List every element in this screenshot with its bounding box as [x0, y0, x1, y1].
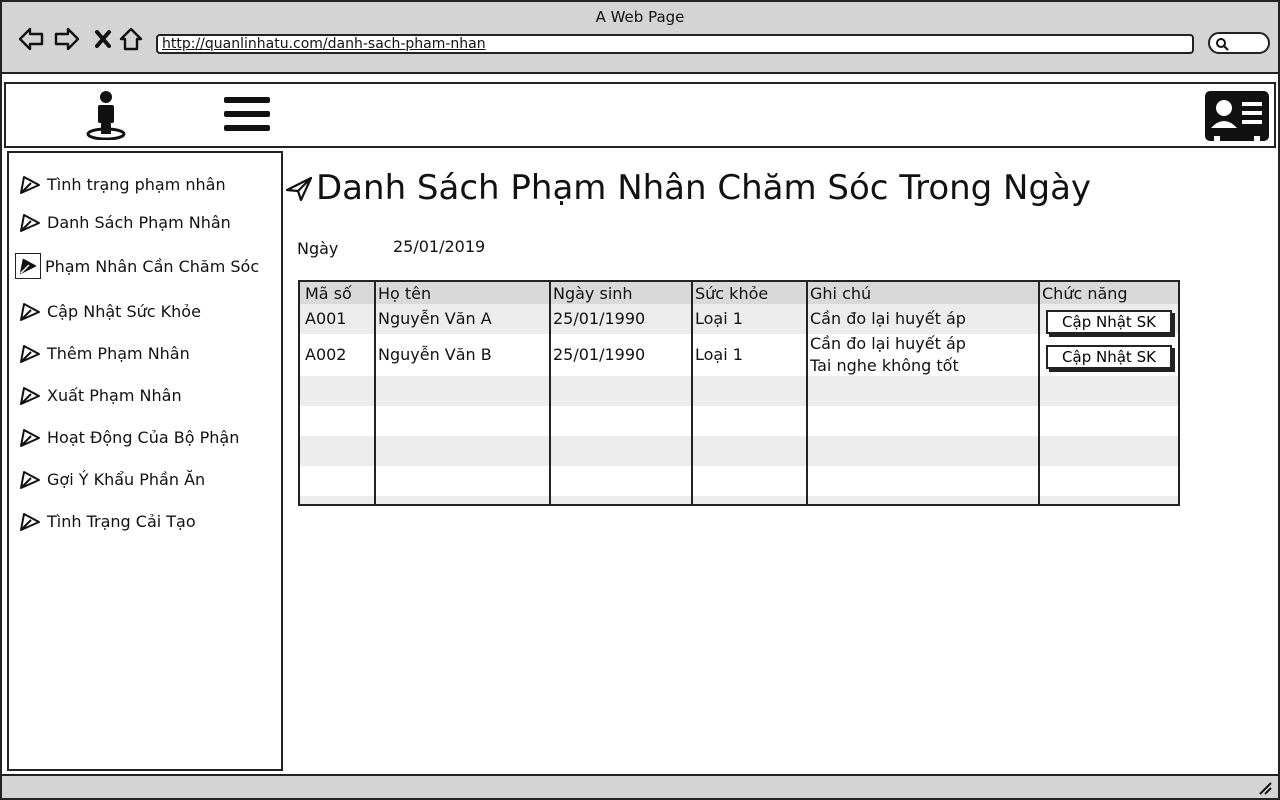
column-header-suc-khoe: Sức khỏe — [695, 284, 769, 303]
address-bar[interactable]: http://quanlinhatu.com/danh-sach-pham-nh… — [156, 34, 1194, 54]
table-cell-ma-so: A001 — [305, 309, 347, 328]
column-header-ho-ten: Họ tên — [378, 284, 432, 303]
page-title-text: Danh Sách Phạm Nhân Chăm Sóc Trong Ngày — [316, 168, 1092, 208]
sidebar-item-label: Phạm Nhân Cần Chăm Sóc — [45, 256, 260, 276]
sidebar-item-label: Hoạt Động Của Bộ Phận — [47, 427, 240, 447]
sidebar-item-goi-y-khau-phan-an[interactable]: Gợi Ý Khẩu Phần Ăn — [17, 466, 205, 492]
pencil-icon — [20, 176, 40, 194]
sidebar-item-danh-sach-pham-nhan[interactable]: Danh Sách Phạm Nhân — [17, 209, 231, 235]
column-header-chuc-nang: Chức năng — [1042, 284, 1128, 303]
sidebar-item-tinh-trang-pham-nhan[interactable]: Tình trạng phạm nhân — [17, 171, 226, 197]
window-title: A Web Page — [595, 8, 685, 26]
status-bar — [2, 774, 1278, 798]
date-label: Ngày — [297, 239, 339, 258]
resize-grip-icon[interactable] — [1258, 781, 1272, 795]
id-card-icon[interactable] — [1204, 90, 1270, 142]
hamburger-menu-icon[interactable] — [224, 97, 270, 135]
user-location-icon[interactable] — [84, 90, 128, 140]
close-icon[interactable] — [88, 24, 118, 54]
table-cell-ghi-chu: Tai nghe không tốt — [810, 356, 959, 375]
pencil-icon — [20, 345, 40, 363]
sidebar-nav: Tình trạng phạm nhân Danh Sách Phạm Nhân… — [7, 151, 283, 771]
update-health-button[interactable]: Cập Nhật SK — [1046, 345, 1172, 369]
table-cell-ghi-chu: Cần đo lại huyết áp — [810, 309, 966, 328]
sidebar-item-xuat-pham-nhan[interactable]: Xuất Phạm Nhân — [17, 382, 182, 408]
table-cell-ngay-sinh: 25/01/1990 — [553, 345, 646, 364]
home-icon[interactable] — [116, 24, 146, 54]
table-cell-ho-ten: Nguyễn Văn A — [378, 309, 492, 328]
forward-arrow-icon[interactable] — [52, 24, 82, 54]
sidebar-item-pham-nhan-can-cham-soc[interactable]: Phạm Nhân Cần Chăm Sóc — [15, 253, 259, 279]
sidebar-item-hoat-dong-cua-bo-phan[interactable]: Hoạt Động Của Bộ Phận — [17, 424, 239, 450]
sidebar-item-label: Danh Sách Phạm Nhân — [47, 212, 231, 232]
table-cell-ma-so: A002 — [305, 345, 347, 364]
column-header-ma-so: Mã số — [305, 284, 352, 303]
care-list-table: Mã số Họ tên Ngày sinh Sức khỏe Ghi chú … — [298, 280, 1180, 506]
table-cell-ngay-sinh: 25/01/1990 — [553, 309, 646, 328]
table-cell-ho-ten: Nguyễn Văn B — [378, 345, 492, 364]
sidebar-item-tinh-trang-cai-tao[interactable]: Tình Trạng Cải Tạo — [17, 508, 196, 534]
column-header-ngay-sinh: Ngày sinh — [553, 284, 633, 303]
table-cell-suc-khoe: Loại 1 — [695, 309, 743, 328]
sidebar-item-label: Tình trạng phạm nhân — [47, 174, 226, 194]
pencil-icon — [20, 214, 40, 232]
pencil-icon — [15, 253, 41, 279]
pencil-icon — [20, 429, 40, 447]
column-header-ghi-chu: Ghi chú — [810, 284, 872, 303]
page-title: Danh Sách Phạm Nhân Chăm Sóc Trong Ngày — [284, 168, 1091, 208]
back-arrow-icon[interactable] — [16, 24, 46, 54]
sidebar-item-cap-nhat-suc-khoe[interactable]: Cập Nhật Sức Khỏe — [17, 298, 201, 324]
date-value: 25/01/2019 — [393, 237, 486, 256]
page-header — [4, 82, 1276, 148]
sidebar-item-label: Cập Nhật Sức Khỏe — [47, 301, 201, 321]
pencil-icon — [20, 471, 40, 489]
sidebar-item-label: Gợi Ý Khẩu Phần Ăn — [47, 469, 206, 489]
update-health-button[interactable]: Cập Nhật SK — [1046, 310, 1172, 334]
search-field[interactable] — [1208, 32, 1270, 54]
pencil-icon — [20, 303, 40, 321]
search-icon — [1216, 38, 1229, 51]
table-cell-suc-khoe: Loại 1 — [695, 345, 743, 364]
browser-window: A Web Page http://quanlinhatu.com/danh-s… — [0, 0, 1280, 800]
sidebar-item-them-pham-nhan[interactable]: Thêm Phạm Nhân — [17, 340, 190, 366]
browser-toolbar: A Web Page http://quanlinhatu.com/danh-s… — [2, 2, 1278, 74]
pencil-icon — [20, 513, 40, 531]
sidebar-item-label: Tình Trạng Cải Tạo — [47, 511, 196, 531]
sidebar-item-label: Thêm Phạm Nhân — [47, 343, 190, 363]
table-cell-ghi-chu: Cần đo lại huyết áp — [810, 334, 966, 353]
pencil-icon — [20, 387, 40, 405]
send-icon — [285, 176, 313, 202]
sidebar-item-label: Xuất Phạm Nhân — [47, 385, 182, 405]
